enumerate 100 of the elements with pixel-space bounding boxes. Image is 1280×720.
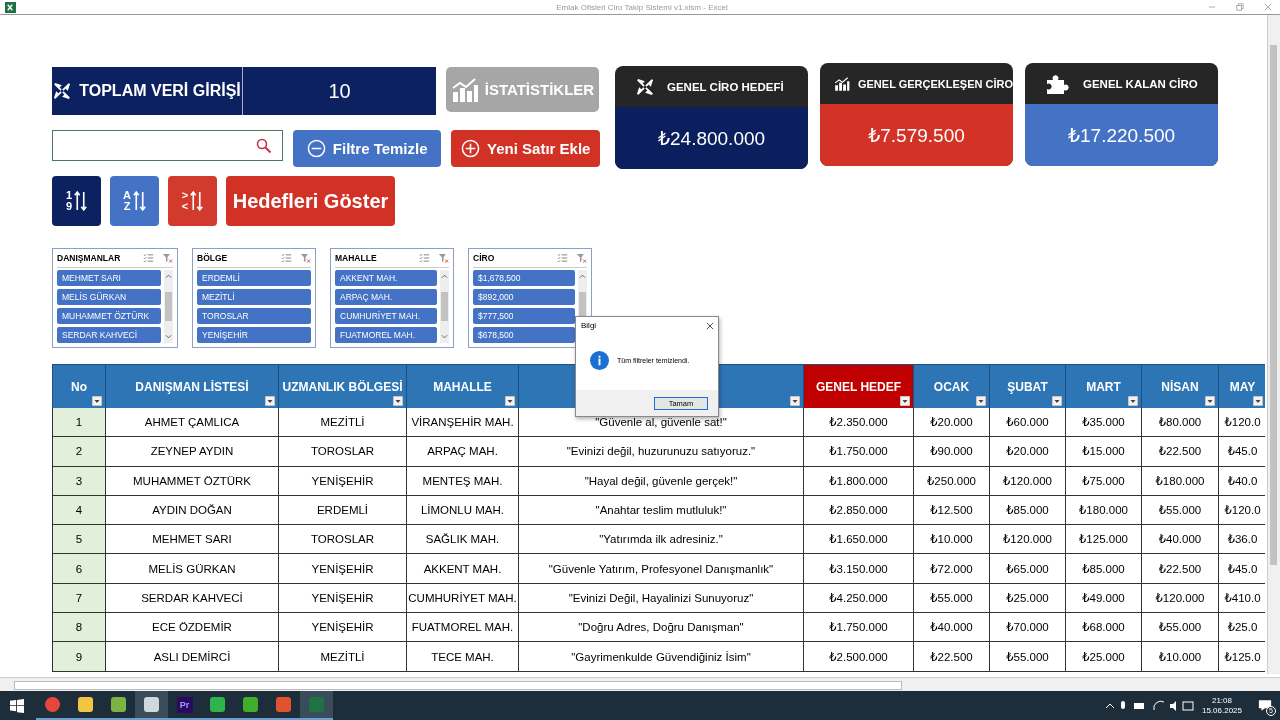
- table-cell: ₺85.000: [1065, 554, 1141, 584]
- clear-filter-icon[interactable]: [162, 253, 173, 263]
- table-cell: ₺22.500: [1141, 554, 1218, 584]
- table-cell: ₺49.000: [1065, 583, 1141, 614]
- table-cell: ₺35.000: [1065, 408, 1141, 438]
- sort-button[interactable]: > <: [168, 176, 217, 226]
- taskbar-app[interactable]: [135, 691, 168, 720]
- filter-dropdown-icon[interactable]: [1052, 396, 1062, 406]
- table-cell: MEZİTLİ: [278, 642, 406, 672]
- table-cell: ₺1.800.000: [803, 466, 913, 496]
- table-cell: ₺410.0: [1218, 583, 1265, 614]
- filter-dropdown-icon[interactable]: [1253, 396, 1263, 406]
- multi-select-icon[interactable]: [143, 253, 154, 263]
- clear-filter-icon[interactable]: [438, 253, 449, 263]
- slicer-item[interactable]: MELİS GÜRKAN: [57, 289, 161, 305]
- horizontal-scrollbar[interactable]: [0, 677, 1280, 691]
- table-cell: 8: [52, 613, 105, 643]
- multi-select-icon[interactable]: [419, 253, 430, 263]
- slicer-item[interactable]: YENİŞEHİR: [197, 327, 311, 343]
- arrows-icon: [53, 82, 72, 100]
- slicer-item[interactable]: AKKENT MAH.: [335, 270, 437, 286]
- multi-select-icon[interactable]: [281, 253, 292, 263]
- card-title: GENEL KALAN CİRO: [1083, 77, 1198, 90]
- table-cell: AKKENT MAH.: [406, 554, 518, 584]
- table-cell: ₺80.000: [1141, 408, 1218, 438]
- table-cell: ₺125.0: [1218, 642, 1265, 672]
- slicer-item[interactable]: ARPAÇ MAH.: [335, 289, 437, 305]
- table-cell: "Güvenle Yatırım, Profesyonel Danışmanlık": [518, 554, 803, 584]
- table-cell: 9: [52, 642, 105, 672]
- table-cell: ₺2.500.000: [803, 642, 913, 672]
- slicer-item[interactable]: FUATMOREL MAH.: [335, 327, 437, 343]
- filter-dropdown-icon[interactable]: [265, 396, 275, 406]
- vertical-scrollbar[interactable]: [1267, 15, 1280, 674]
- table-cell: ₺12.500: [913, 495, 989, 526]
- slicer-item[interactable]: $1,678,500: [473, 270, 575, 286]
- table-cell: MUHAMMET ÖZTÜRK: [105, 466, 278, 496]
- sort-button[interactable]: 1 9: [52, 176, 101, 226]
- caret-down-icon[interactable]: [165, 334, 172, 340]
- slicer-item[interactable]: MEZİTLİ: [197, 289, 311, 305]
- arrows-icon: [635, 77, 655, 96]
- filter-dropdown-icon[interactable]: [1128, 396, 1138, 406]
- sort-button[interactable]: A Z: [110, 176, 159, 226]
- filter-dropdown-icon[interactable]: [976, 396, 986, 406]
- caret-up-icon[interactable]: [441, 273, 448, 279]
- column-header: OCAK: [913, 365, 989, 408]
- card-value: ₺17.220.500: [1067, 123, 1176, 147]
- slicer-title: CİRO: [473, 253, 496, 263]
- table-cell: ₺120.000: [1141, 583, 1218, 614]
- slicer-item[interactable]: MUHAMMET ÖZTÜRK: [57, 308, 161, 324]
- filter-dropdown-icon[interactable]: [92, 396, 102, 406]
- search-field[interactable]: [52, 130, 283, 161]
- filter-dropdown-icon[interactable]: [1205, 396, 1215, 406]
- slicer-item[interactable]: $892,000: [473, 289, 575, 305]
- slicer-title: BÖLGE: [197, 253, 229, 263]
- slicer-item[interactable]: MEHMET SARI: [57, 270, 161, 286]
- table-cell: "Doğru Adres, Doğru Danışman": [518, 613, 803, 643]
- filter-dropdown-icon[interactable]: [505, 396, 515, 406]
- notification-icon[interactable]: [1258, 699, 1272, 712]
- table-cell: ₺36.0: [1218, 525, 1265, 555]
- slicer-item[interactable]: $777,500: [473, 308, 575, 324]
- table-cell: ₺55.000: [913, 583, 989, 614]
- caret-down-icon[interactable]: [441, 334, 448, 340]
- taskbar-app[interactable]: Pr: [168, 691, 201, 720]
- table-cell: ₺55.000: [989, 642, 1065, 672]
- filter-dropdown-icon[interactable]: [790, 396, 800, 406]
- table-cell: SERDAR KAHVECİ: [105, 583, 278, 614]
- table-cell: ₺1.650.000: [803, 525, 913, 555]
- table-cell: LİMONLU MAH.: [406, 495, 518, 526]
- table-cell: ₺90.000: [913, 437, 989, 467]
- show-targets-button[interactable]: Hedefleri Göster: [226, 176, 395, 226]
- clear-filter-icon[interactable]: [300, 253, 311, 263]
- slicer-item[interactable]: ERDEMLİ: [197, 270, 311, 286]
- column-header: UZMANLIK BÖLGESİ: [278, 365, 406, 408]
- slicer-item[interactable]: SERDAR KAHVECİ: [57, 327, 161, 343]
- slicer-item[interactable]: $678,500: [473, 327, 575, 343]
- table-cell: VİRANŞEHİR MAH.: [406, 408, 518, 438]
- multi-select-icon[interactable]: [557, 253, 568, 263]
- slicer-scrollbar[interactable]: [440, 270, 449, 343]
- caret-up-icon[interactable]: [165, 273, 172, 279]
- system-tray-icons[interactable]: [1103, 699, 1194, 712]
- windows-start-icon[interactable]: [10, 698, 24, 713]
- table-cell: ₺120.0: [1218, 408, 1265, 438]
- close-icon[interactable]: [706, 321, 714, 330]
- add-row-button[interactable]: Yeni Satır Ekle: [451, 130, 600, 167]
- slicer-item[interactable]: CUMHURİYET MAH.: [335, 308, 437, 324]
- caret-up-icon[interactable]: [579, 273, 586, 279]
- clear-filter-button[interactable]: Filtre Temizle: [292, 130, 442, 167]
- filter-dropdown-icon[interactable]: [393, 396, 403, 406]
- statistics-button[interactable]: İSTATİSTİKLER: [446, 67, 599, 112]
- table-cell: ₺180.000: [1141, 466, 1218, 496]
- filter-dropdown-icon[interactable]: [900, 396, 910, 406]
- table-cell: ₺40.000: [913, 613, 989, 643]
- column-header: ŞUBAT: [989, 365, 1065, 408]
- table-cell: AHMET ÇAMLICA: [105, 408, 278, 438]
- clear-filter-icon[interactable]: [576, 253, 587, 263]
- slicer-scrollbar[interactable]: [164, 270, 173, 343]
- slicer-item[interactable]: TOROSLAR: [197, 308, 311, 324]
- window-title: Emlak Ofisleri Ciro Takip Sistemi v1.xlsm - Excel: [555, 2, 729, 12]
- table-cell: ₺25.0: [1218, 613, 1265, 643]
- table-cell: 6: [52, 554, 105, 584]
